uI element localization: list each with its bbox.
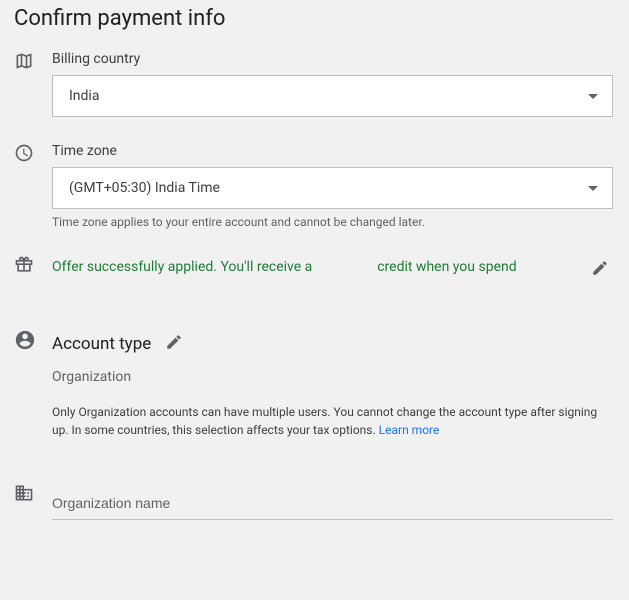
building-icon	[10, 483, 52, 503]
billing-country-row: Billing country India	[10, 51, 619, 117]
offer-text-after: credit when you spend	[377, 259, 516, 275]
offer-text-before: Offer successfully applied. You'll recei…	[52, 259, 312, 275]
offer-row: Offer successfully applied. You'll recei…	[10, 255, 619, 285]
edit-offer-button[interactable]	[587, 255, 613, 285]
billing-country-label: Billing country	[52, 51, 613, 67]
timezone-label: Time zone	[52, 143, 613, 159]
account-type-title: Account type	[52, 334, 151, 354]
timezone-value: (GMT+05:30) India Time	[69, 180, 220, 196]
map-icon	[10, 51, 52, 71]
account-type-description-text: Only Organization accounts can have mult…	[52, 405, 597, 437]
organization-name-input[interactable]	[52, 487, 613, 520]
organization-row	[10, 483, 619, 520]
account-type-value: Organization	[52, 369, 613, 385]
gift-icon	[10, 255, 52, 275]
chevron-down-icon	[588, 180, 598, 196]
chevron-down-icon	[588, 88, 598, 104]
edit-account-type-button[interactable]	[161, 329, 187, 359]
account-type-description: Only Organization accounts can have mult…	[52, 403, 613, 439]
timezone-helper: Time zone applies to your entire account…	[52, 215, 613, 229]
timezone-row: Time zone (GMT+05:30) India Time Time zo…	[10, 143, 619, 229]
clock-icon	[10, 143, 52, 163]
billing-country-select[interactable]: India	[52, 75, 613, 117]
timezone-select[interactable]: (GMT+05:30) India Time	[52, 167, 613, 209]
billing-country-value: India	[69, 88, 99, 104]
offer-message: Offer successfully applied. You'll recei…	[52, 255, 587, 278]
account-type-row: Account type Organization Only Organizat…	[10, 329, 619, 439]
person-icon	[10, 329, 52, 351]
learn-more-link[interactable]: Learn more	[379, 423, 440, 437]
page-title: Confirm payment info	[10, 0, 619, 51]
